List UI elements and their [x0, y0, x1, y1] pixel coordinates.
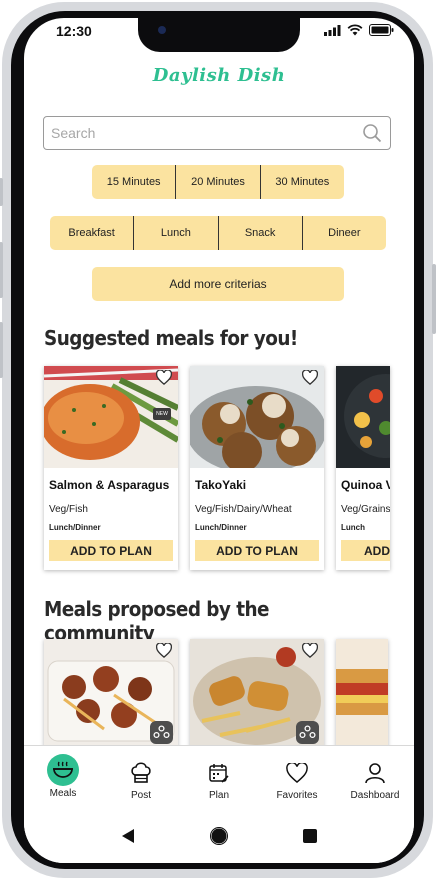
- filter-15-minutes[interactable]: 15 Minutes: [92, 165, 177, 199]
- meal-card[interactable]: Quinoa V Veg/Grains Lunch ADD: [336, 366, 390, 570]
- meal-time: Lunch/Dinner: [49, 523, 101, 532]
- favorite-heart-icon[interactable]: [156, 370, 172, 385]
- community-icon: [296, 721, 319, 744]
- meal-card[interactable]: NEW Salmon & Asparagus Veg/Fish Lunch/Di…: [44, 366, 178, 570]
- community-meal-card[interactable]: [336, 639, 388, 749]
- volume-down-button: [0, 322, 3, 378]
- meal-tags: Veg/Fish: [49, 504, 88, 515]
- suggested-meals-title: Suggested meals for you!: [44, 326, 298, 350]
- meal-card[interactable]: TakoYaki Veg/Fish/Dairy/Wheat Lunch/Dinn…: [190, 366, 324, 570]
- community-meal-card[interactable]: [44, 639, 178, 749]
- chef-hat-icon: [130, 760, 152, 786]
- home-circle-icon[interactable]: [209, 826, 228, 845]
- tab-plan[interactable]: Plan: [180, 746, 258, 808]
- tab-post[interactable]: Post: [102, 746, 180, 808]
- favorite-heart-icon[interactable]: [156, 643, 172, 658]
- meal-tags: Veg/Fish/Dairy/Wheat: [195, 504, 292, 515]
- meal-photo: NEW: [44, 366, 178, 468]
- power-button: [432, 264, 436, 334]
- add-to-plan-button[interactable]: ADD: [341, 540, 390, 561]
- tab-meals[interactable]: Meals: [24, 746, 102, 808]
- tab-dashboard[interactable]: Dashboard: [336, 746, 414, 808]
- volume-up-button: [0, 242, 3, 298]
- search-icon[interactable]: [362, 123, 382, 143]
- status-icons: [324, 24, 394, 36]
- meal-type-filter-group: Breakfast Lunch Snack Dineer: [50, 216, 386, 250]
- tab-label: Favorites: [276, 790, 318, 801]
- search-bar[interactable]: [43, 116, 391, 150]
- notch: [138, 18, 300, 52]
- filter-dinner[interactable]: Dineer: [303, 216, 386, 250]
- user-icon: [364, 760, 386, 786]
- wifi-icon: [347, 24, 363, 36]
- meal-name: TakoYaki: [195, 478, 247, 492]
- meal-time: Lunch: [341, 523, 365, 532]
- filter-breakfast[interactable]: Breakfast: [50, 216, 135, 250]
- bowl-icon: [47, 754, 79, 786]
- community-meals-list: [44, 639, 388, 749]
- meal-tags: Veg/Grains: [341, 504, 390, 515]
- tab-label: Meals: [49, 788, 77, 799]
- app-logo: Daylish Dish: [152, 65, 286, 86]
- community-meals-title: Meals proposed by the community: [44, 597, 269, 645]
- favorite-heart-icon[interactable]: [302, 643, 318, 658]
- signal-icon: [324, 24, 341, 36]
- tab-label: Dashboard: [350, 790, 400, 801]
- search-input[interactable]: [49, 124, 353, 142]
- time-filter-group: 15 Minutes 20 Minutes 30 Minutes: [92, 165, 344, 199]
- back-triangle-icon[interactable]: [121, 828, 135, 844]
- battery-icon: [369, 24, 394, 36]
- filter-20-minutes[interactable]: 20 Minutes: [176, 165, 261, 199]
- suggested-meals-list: NEW Salmon & Asparagus Veg/Fish Lunch/Di…: [44, 366, 390, 570]
- system-nav-bar: [24, 808, 414, 863]
- tab-favorites[interactable]: Favorites: [258, 746, 336, 808]
- heart-icon: [286, 760, 308, 786]
- add-to-plan-button[interactable]: ADD TO PLAN: [49, 540, 173, 561]
- filter-snack[interactable]: Snack: [219, 216, 303, 250]
- community-icon: [150, 721, 173, 744]
- app-screen: 12:30 Daylish Dish 15 Minutes 20 Minutes…: [24, 18, 414, 863]
- community-meal-card[interactable]: [190, 639, 324, 749]
- meal-name: Salmon & Asparagus: [49, 478, 170, 492]
- status-time: 12:30: [56, 23, 92, 39]
- meal-photo: [336, 366, 390, 468]
- add-criteria-button[interactable]: Add more criterias: [92, 267, 344, 301]
- tab-label: Plan: [208, 790, 229, 801]
- silent-switch: [0, 178, 3, 206]
- new-badge: NEW: [153, 408, 171, 420]
- filter-30-minutes[interactable]: 30 Minutes: [261, 165, 344, 199]
- tab-label: Post: [130, 790, 151, 801]
- meal-time: Lunch/Dinner: [195, 523, 247, 532]
- bottom-tab-bar: Meals Post Plan Favorites Dashboard: [24, 745, 414, 808]
- favorite-heart-icon[interactable]: [302, 370, 318, 385]
- meal-photo: [336, 639, 388, 749]
- add-to-plan-button[interactable]: ADD TO PLAN: [195, 540, 319, 561]
- meal-photo: [190, 366, 324, 468]
- calendar-icon: [208, 760, 230, 786]
- meal-photo: [44, 639, 178, 749]
- camera-icon: [158, 26, 166, 34]
- recents-square-icon[interactable]: [302, 828, 317, 843]
- meal-photo: [190, 639, 324, 749]
- filter-lunch[interactable]: Lunch: [134, 216, 219, 250]
- meal-name: Quinoa V: [341, 478, 390, 492]
